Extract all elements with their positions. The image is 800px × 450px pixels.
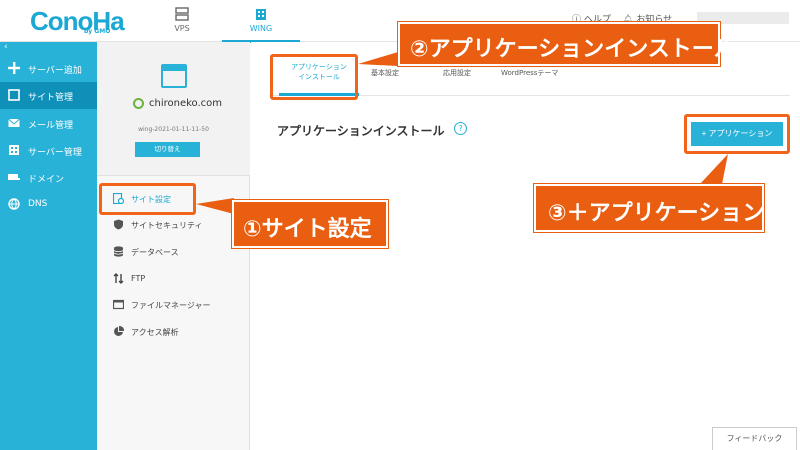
site-summary: chironeko.com wing-2021-01-11-11-50 切り替え	[97, 42, 250, 176]
monitor-icon	[8, 89, 20, 101]
sidebar-item-dns[interactable]: DNS	[0, 191, 97, 218]
sidebar-item-site-management[interactable]: サイト管理	[0, 82, 97, 109]
page-title: アプリケーションインストール	[277, 124, 445, 138]
callout-step1-text: ①サイト設定	[243, 217, 372, 242]
plus-icon	[8, 62, 20, 74]
menu-item-ftp[interactable]: FTP	[97, 266, 250, 292]
menu-item-file-manager[interactable]: ファイルマネージャー	[97, 292, 250, 318]
menu-item-access-analytics[interactable]: アクセス解析	[97, 319, 250, 345]
power-status-icon	[133, 98, 144, 109]
main-sidebar: ‹ サーバー追加 サイト管理 メール管理 サーバー管理 ドメイン DNS	[0, 42, 97, 450]
menu-item-database[interactable]: データベース	[97, 239, 250, 265]
sidebar-item-label: DNS	[28, 199, 48, 209]
highlight-site-settings	[99, 183, 196, 215]
globe-icon	[8, 198, 20, 210]
sidebar-item-label: サイト管理	[28, 93, 74, 103]
callout-step3-text: ③＋アプリケーション	[548, 201, 765, 226]
sidebar-item-label: ドメイン	[28, 175, 65, 185]
feedback-button[interactable]: フィードバック	[712, 427, 797, 450]
sidebar-item-label: メール管理	[28, 121, 74, 131]
callout-step2-text: ②アプリケーションインストール	[410, 37, 736, 62]
nav-vps[interactable]: VPS	[143, 0, 221, 42]
site-window-icon	[161, 64, 187, 88]
server-icon	[9, 145, 19, 155]
pie-chart-icon	[114, 326, 124, 336]
nav-wing[interactable]: WING	[222, 0, 300, 43]
collapse-sidebar-icon[interactable]: ‹	[4, 42, 8, 52]
highlight-add-application	[684, 114, 790, 154]
callout-step2: ②アプリケーションインストール	[398, 22, 736, 66]
menu-item-site-security[interactable]: サイトセキュリティ	[97, 212, 250, 238]
site-panel: chironeko.com wing-2021-01-11-11-50 切り替え…	[97, 42, 250, 450]
menu-item-label: アクセス解析	[131, 328, 179, 337]
nav-vps-label: VPS	[174, 24, 190, 33]
domain-icon	[8, 174, 20, 180]
mail-icon	[8, 118, 20, 127]
highlight-application-tab	[270, 54, 358, 100]
site-domain: chironeko.com	[149, 98, 223, 109]
callout-step1: ①サイト設定	[232, 200, 388, 248]
menu-item-label: データベース	[131, 248, 179, 257]
switch-site-button[interactable]: 切り替え	[135, 142, 200, 157]
shield-icon	[114, 219, 123, 230]
menu-item-label: ファイルマネージャー	[131, 301, 211, 310]
server-icon	[175, 7, 189, 21]
callout-step3: ③＋アプリケーション	[534, 184, 764, 232]
building-icon	[256, 9, 266, 20]
sidebar-item-mail-management[interactable]: メール管理	[0, 110, 97, 137]
menu-item-label: サイトセキュリティ	[131, 221, 203, 230]
tab-basic-settings[interactable]: 基本設定	[371, 68, 399, 78]
transfer-icon	[113, 273, 124, 284]
tab-advanced-settings[interactable]: 応用設定	[443, 68, 471, 78]
sidebar-item-add-server[interactable]: サーバー追加	[0, 55, 97, 82]
help-question-icon[interactable]: ?	[454, 122, 467, 135]
sidebar-item-server-management[interactable]: サーバー管理	[0, 137, 97, 164]
sidebar-item-domain[interactable]: ドメイン	[0, 164, 97, 191]
sidebar-item-label: サーバー管理	[28, 148, 82, 158]
database-icon	[113, 246, 124, 257]
folder-icon	[113, 299, 124, 310]
site-id: wing-2021-01-11-11-50	[138, 126, 209, 133]
nav-wing-label: WING	[249, 24, 273, 33]
menu-item-label: FTP	[131, 274, 146, 283]
tab-wordpress-theme[interactable]: WordPressテーマ	[501, 68, 558, 78]
sidebar-item-label: サーバー追加	[28, 66, 82, 76]
logo-subtext: by GMO	[84, 28, 111, 35]
